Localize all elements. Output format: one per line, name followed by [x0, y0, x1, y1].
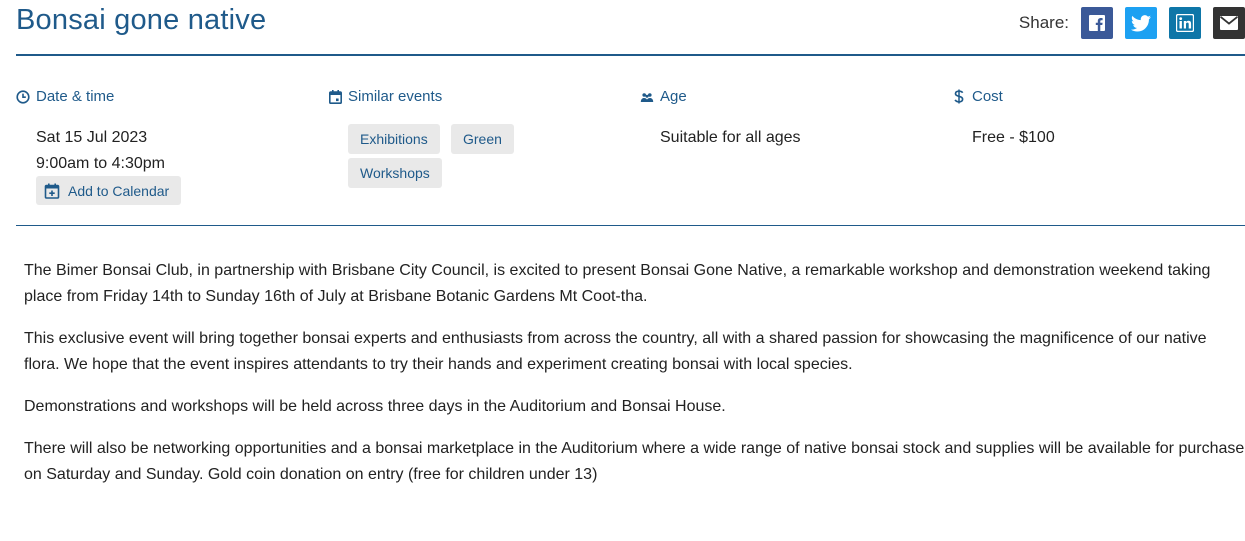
page-header: Bonsai gone native Share: — [16, 0, 1245, 56]
description-paragraph: Demonstrations and workshops will be hel… — [24, 398, 726, 415]
people-icon — [640, 90, 654, 104]
age-section: Age Suitable for all ages — [640, 57, 940, 225]
event-date: Sat 15 Jul 2023 — [36, 129, 148, 146]
tag-workshops[interactable]: Workshops — [348, 158, 442, 188]
share-bar: Share: — [1019, 7, 1245, 39]
clock-icon — [16, 89, 30, 104]
tag-green[interactable]: Green — [451, 124, 514, 154]
add-to-calendar-label: Add to Calendar — [68, 182, 170, 199]
add-to-calendar-button[interactable]: Add to Calendar — [36, 176, 182, 205]
description-paragraph: The Bimer Bonsai Club, in partnership wi… — [24, 262, 1211, 305]
age-label: Age — [660, 88, 687, 105]
similar-events-heading: Similar events — [328, 88, 442, 105]
email-icon — [1220, 16, 1238, 30]
facebook-icon — [1089, 15, 1105, 31]
date-time-body: Sat 15 Jul 2023 9:00am to 4:30pm — [36, 125, 165, 177]
share-twitter-button[interactable] — [1125, 7, 1157, 39]
cost-section: Cost Free - $100 — [952, 57, 1242, 225]
share-label: Share: — [1018, 13, 1069, 32]
description-paragraph: There will also be networking opportunit… — [24, 440, 1245, 483]
cost-value: Free - $100 — [972, 129, 1055, 146]
event-description: The Bimer Bonsai Club, in partnership wi… — [24, 258, 1245, 504]
calendar-icon — [328, 89, 342, 104]
age-value: Suitable for all ages — [660, 129, 801, 146]
dollar-icon — [952, 89, 966, 104]
share-email-button[interactable] — [1213, 7, 1245, 39]
event-time: 9:00am to 4:30pm — [36, 155, 165, 172]
linkedin-icon — [1176, 14, 1194, 32]
event-info: Date & time Sat 15 Jul 2023 9:00am to 4:… — [16, 57, 1245, 226]
share-facebook-button[interactable] — [1081, 7, 1113, 39]
share-linkedin-button[interactable] — [1169, 7, 1201, 39]
age-heading: Age — [640, 88, 687, 105]
similar-events-label: Similar events — [348, 88, 443, 105]
date-time-label: Date & time — [36, 88, 115, 105]
description-paragraph: This exclusive event will bring together… — [24, 330, 1207, 373]
calendar-add-icon — [44, 183, 60, 199]
cost-label: Cost — [972, 88, 1003, 105]
twitter-icon — [1131, 14, 1151, 31]
page-title: Bonsai gone native — [16, 4, 267, 36]
date-time-section: Date & time Sat 15 Jul 2023 9:00am to 4:… — [16, 57, 316, 225]
tag-exhibitions[interactable]: Exhibitions — [348, 124, 440, 154]
cost-heading: Cost — [952, 88, 1003, 105]
date-time-heading: Date & time — [16, 88, 114, 105]
